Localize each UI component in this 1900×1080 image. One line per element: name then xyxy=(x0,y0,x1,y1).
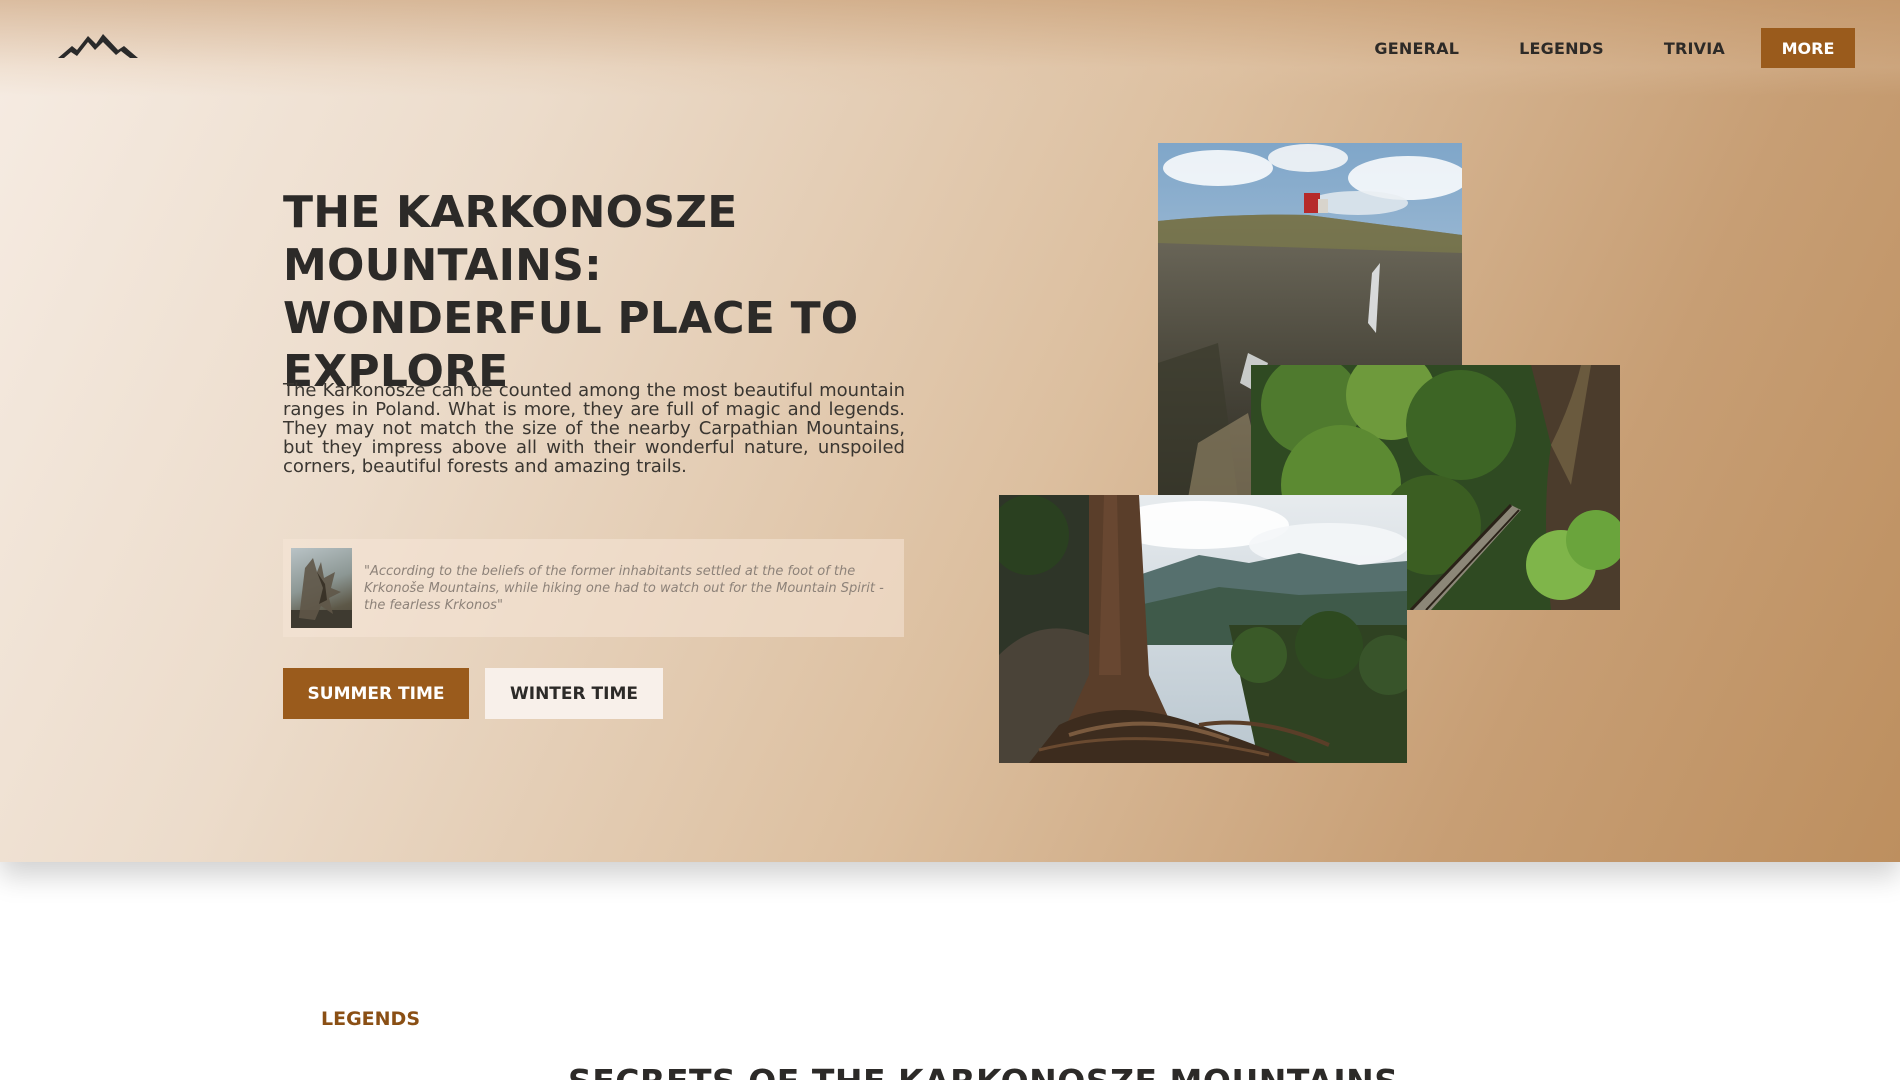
nav-legends[interactable]: LEGENDS xyxy=(1519,39,1604,58)
more-button[interactable]: MORE xyxy=(1761,28,1855,68)
legends-section-title: SECRETS OF THE KARKONOSZE MOUNTAINS xyxy=(568,1062,1399,1080)
hero-description: The Karkonosze can be counted among the … xyxy=(283,380,905,477)
legends-section-label: LEGENDS xyxy=(321,1008,421,1030)
mountain-spirit-statue-thumbnail xyxy=(291,548,352,628)
winter-time-button[interactable]: WINTER TIME xyxy=(485,668,663,719)
quote-box: "According to the beliefs of the former … xyxy=(283,539,904,637)
summer-time-button[interactable]: SUMMER TIME xyxy=(283,668,469,719)
pine-tree-roots-photo xyxy=(999,495,1407,763)
quote-text: "According to the beliefs of the former … xyxy=(364,563,884,613)
mountain-logo-icon[interactable] xyxy=(58,28,140,64)
nav-trivia[interactable]: TRIVIA xyxy=(1664,39,1725,58)
hero-section: GENERAL LEGENDS TRIVIA MORE THE KARKONOS… xyxy=(0,0,1900,862)
main-nav: GENERAL LEGENDS TRIVIA MORE xyxy=(1374,28,1855,68)
hero-title: THE KARKONOSZE MOUNTAINS: WONDERFUL PLAC… xyxy=(283,187,859,397)
page: GENERAL LEGENDS TRIVIA MORE THE KARKONOS… xyxy=(0,0,1900,1080)
nav-general[interactable]: GENERAL xyxy=(1374,39,1459,58)
